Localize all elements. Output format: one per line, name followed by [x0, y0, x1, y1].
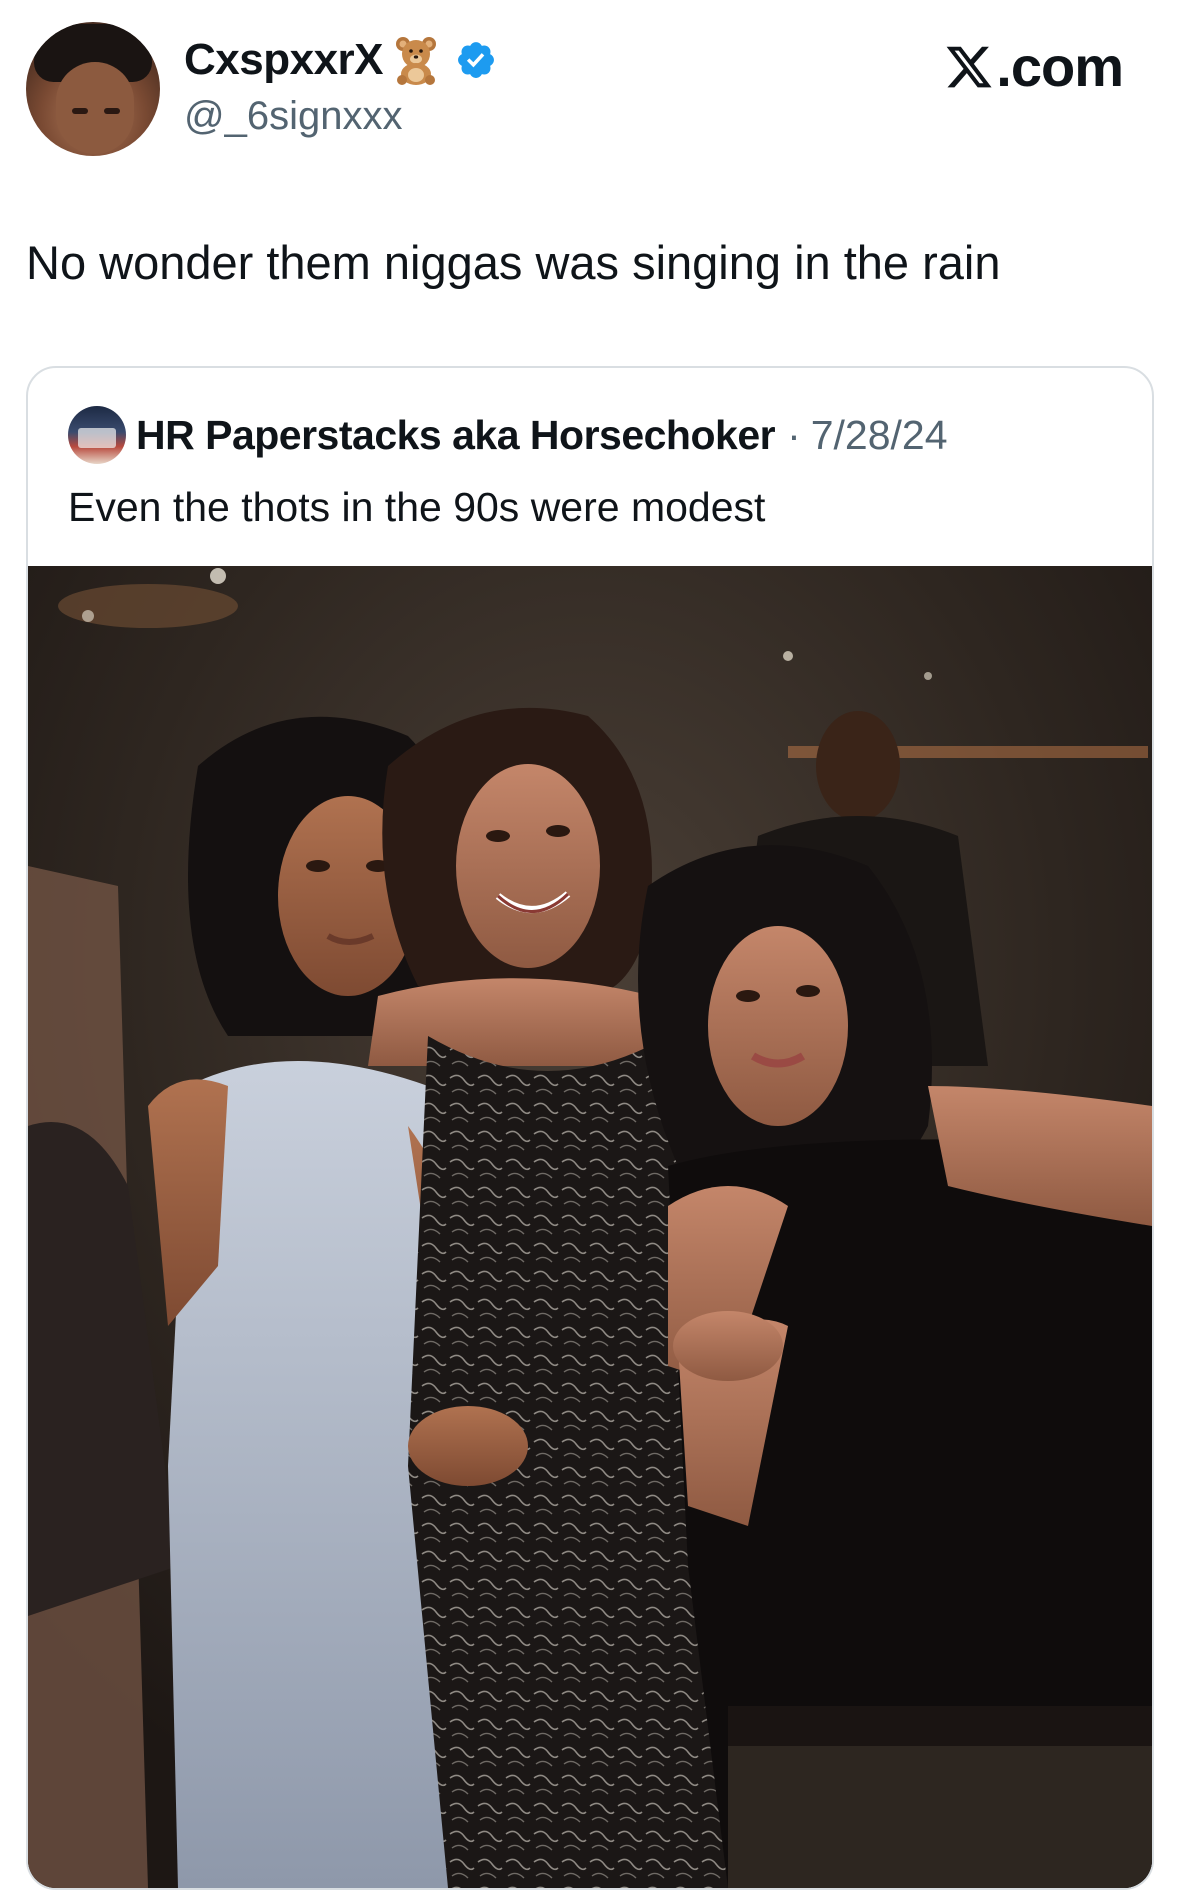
photo-illustration: [28, 566, 1152, 1888]
quoted-author-avatar[interactable]: [68, 406, 126, 464]
quoted-tweet-header: HR Paperstacks aka Horsechoker · 7/28/24: [68, 406, 948, 464]
quoted-tweet-text: Even the thots in the 90s were modest: [68, 484, 766, 530]
avatar-detail: [78, 428, 116, 448]
author-display-name[interactable]: CxspxxrX: [184, 35, 384, 85]
quoted-separator: ·: [787, 411, 801, 458]
avatar-face: [56, 62, 134, 154]
quoted-tweet-card[interactable]: HR Paperstacks aka Horsechoker · 7/28/24…: [26, 366, 1154, 1890]
author-avatar[interactable]: [26, 22, 160, 156]
x-brand-label: .com: [996, 35, 1124, 98]
tweet-text: No wonder them niggas was singing in the…: [26, 236, 1001, 289]
quoted-tweet-photo[interactable]: [28, 566, 1152, 1888]
x-brand: .com: [944, 34, 1124, 99]
teddy-bear-icon: [391, 34, 441, 86]
author-name-row[interactable]: CxspxxrX: [184, 34, 497, 86]
author-handle[interactable]: @_6signxxx: [184, 94, 402, 139]
avatar-eye: [104, 108, 120, 114]
quoted-author-name[interactable]: HR Paperstacks aka Horsechoker: [136, 412, 776, 459]
x-logo-icon: [946, 46, 992, 87]
verified-badge-icon: [455, 39, 497, 81]
quoted-date[interactable]: 7/28/24: [811, 412, 948, 459]
avatar-eye: [72, 108, 88, 114]
